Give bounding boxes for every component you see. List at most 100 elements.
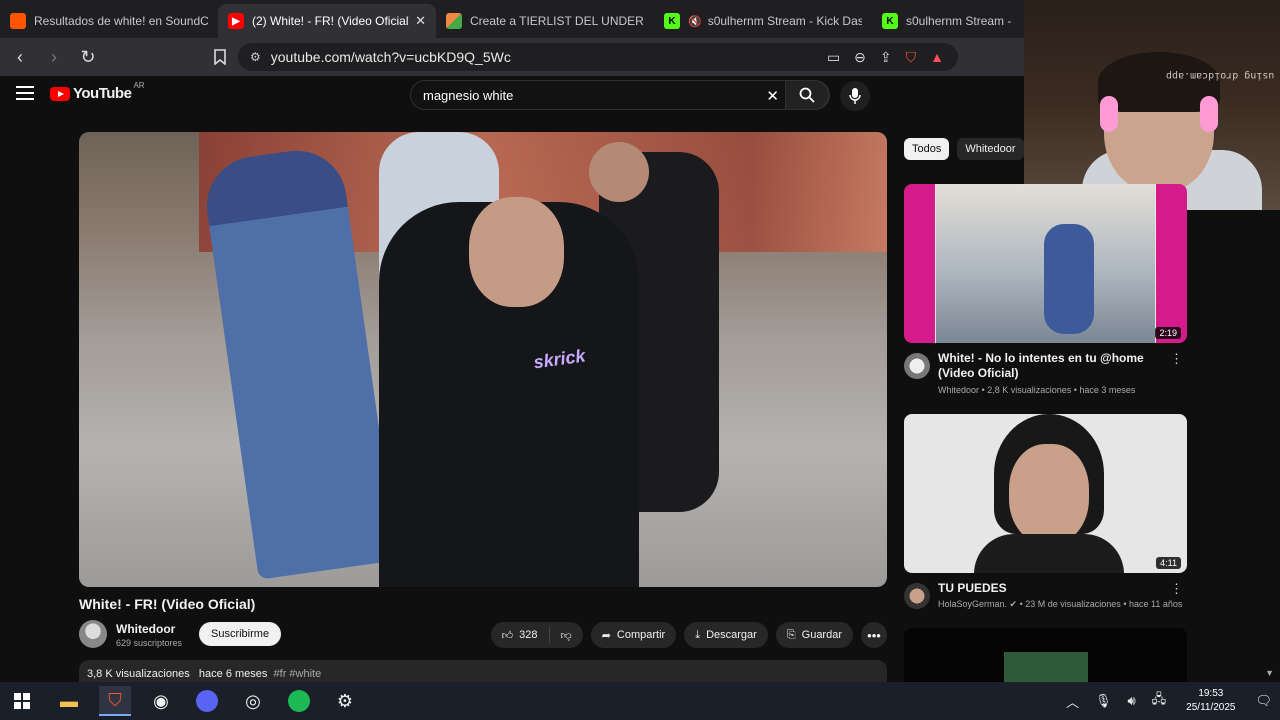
spotify-icon[interactable]	[283, 686, 315, 716]
youtube-header: YouTube AR magnesio white ✕	[0, 76, 1024, 116]
related-video-title[interactable]: TU PUEDES	[938, 581, 1168, 596]
brave-shield-icon[interactable]: ⛉	[906, 49, 917, 66]
back-icon[interactable]: ‹	[6, 43, 34, 71]
hashtags[interactable]: #fr #white	[274, 668, 322, 680]
youtube-logo[interactable]: YouTube AR	[50, 81, 145, 102]
notifications-icon[interactable]: 🗨︎	[1255, 693, 1272, 709]
subscribe-button[interactable]: Suscribirme	[199, 622, 282, 646]
share-arrow-icon: ➦	[601, 629, 611, 642]
related-video[interactable]: 4:11 TU PUEDES HolaSoyGerman. ✔ • 23 M d…	[904, 414, 1187, 631]
tab-title: (2) White! - FR! (Video Oficial)	[252, 14, 410, 28]
more-options-icon[interactable]: ⋮	[1170, 351, 1183, 367]
menu-icon[interactable]	[16, 86, 34, 100]
tab-title: s0ulhernm Stream - Kick Dash	[707, 14, 862, 28]
channel-name[interactable]: Whitedoor	[116, 622, 175, 636]
brave-browser-icon[interactable]: ⛉	[99, 686, 131, 716]
related-video-meta: Whitedoor • 2,8 K visualizaciones • hace…	[938, 385, 1136, 395]
scroll-down-icon[interactable]: ▼	[1265, 668, 1274, 678]
video-actions: 👍︎ 328 👎︎ ➦ Compartir ⤓ Descargar ⎘ Guar…	[490, 622, 887, 648]
download-button[interactable]: ⤓ Descargar	[684, 622, 768, 648]
tab-youtube[interactable]: ▶ (2) White! - FR! (Video Oficial) ✕	[218, 4, 436, 38]
thumbs-up-icon: 👍︎	[501, 629, 514, 642]
search-button[interactable]	[785, 80, 829, 110]
dislike-button[interactable]: 👎︎	[550, 622, 583, 648]
discord-icon[interactable]	[191, 686, 223, 716]
voice-search-button[interactable]	[840, 81, 870, 111]
browser-tab-strip: Resultados de white! en SoundClo ▶ (2) W…	[0, 0, 1024, 38]
network-icon[interactable]: 🖧	[1152, 690, 1167, 712]
related-video-meta: HolaSoyGerman. ✔ • 23 M de visualizacion…	[938, 599, 1183, 609]
video-thumbnail[interactable]: 2:19	[904, 184, 1187, 343]
obs-icon[interactable]: ◉	[145, 686, 177, 716]
related-video-title[interactable]: White! - No lo intentes en tu @home (Vid…	[938, 351, 1168, 381]
windows-start-icon[interactable]	[6, 686, 38, 716]
settings-icon[interactable]: ⚙	[329, 686, 361, 716]
reload-icon[interactable]: ↻	[74, 43, 102, 71]
clock[interactable]: 19:53 25/11/2025	[1186, 687, 1235, 715]
video-thumbnail[interactable]: 4:11	[904, 414, 1187, 573]
video-title: White! - FR! (Video Oficial)	[79, 596, 256, 612]
cast-icon[interactable]: ▭	[827, 49, 840, 66]
microphone-icon	[849, 88, 861, 104]
volume-icon[interactable]: 🔊︎	[1127, 693, 1135, 709]
search-input[interactable]: magnesio white ✕	[410, 80, 830, 110]
app-icon[interactable]: ◎	[237, 686, 269, 716]
kick-icon: K	[882, 13, 898, 29]
like-button[interactable]: 👍︎ 328	[491, 622, 549, 648]
save-button[interactable]: ⎘ Guardar	[775, 622, 853, 648]
forward-icon[interactable]: ›	[40, 43, 68, 71]
publish-date: hace 6 meses	[198, 668, 268, 680]
more-options-icon[interactable]: ⋮	[1170, 581, 1183, 597]
url-text: youtube.com/watch?v=ucbKD9Q_5Wc	[270, 49, 511, 65]
like-count: 328	[519, 629, 538, 641]
tiermaker-icon	[446, 13, 462, 29]
brave-rewards-icon[interactable]: ▲	[930, 49, 944, 65]
show-hidden-icons[interactable]: ︿	[1066, 692, 1079, 711]
video-duration: 4:11	[1156, 557, 1181, 569]
close-tab-icon[interactable]: ✕	[415, 13, 426, 29]
related-video[interactable]: 2:19 White! - No lo intentes en tu @home…	[904, 184, 1187, 401]
tab-kick-stream[interactable]: K s0ulhernm Stream - Wat	[872, 4, 1022, 38]
system-tray: ︿ 🎙︎ 🔊︎ 🖧 19:53 25/11/2025 🗨︎	[1058, 682, 1280, 720]
search-icon	[799, 87, 815, 103]
cat-headphone-icon	[1100, 96, 1118, 132]
video-owner-row: Whitedoor 629 suscriptores Suscribirme 👍…	[79, 620, 887, 650]
youtube-play-icon	[50, 86, 70, 101]
video-duration: 2:19	[1155, 327, 1181, 339]
zoom-icon[interactable]: ⊖	[854, 49, 866, 66]
webcam-overlay: using droidcam.app	[1024, 0, 1280, 210]
tab-tiermaker[interactable]: Create a TIERLIST DEL UNDER ARG	[436, 4, 654, 38]
microphone-tray-icon[interactable]: 🎙︎	[1095, 693, 1112, 709]
channel-avatar[interactable]	[904, 583, 930, 609]
more-actions-icon[interactable]: •••	[861, 622, 887, 648]
site-settings-icon[interactable]: ⚙	[250, 50, 261, 64]
search-value: magnesio white	[423, 87, 514, 103]
share-icon[interactable]: ⇪	[880, 49, 892, 66]
chip-whitedoor[interactable]: Whitedoor	[957, 138, 1024, 160]
share-button[interactable]: ➦ Compartir	[590, 622, 677, 648]
windows-taskbar: ▬ ⛉ ◉ ◎ ⚙ ︿ 🎙︎ 🔊︎ 🖧 19:53 25/11/2025 🗨︎	[0, 682, 1280, 720]
tab-soundcloud[interactable]: Resultados de white! en SoundClo	[0, 4, 218, 38]
thumbs-down-icon: 👎︎	[560, 629, 572, 642]
address-bar[interactable]: ⚙ youtube.com/watch?v=ucbKD9Q_5Wc ▭ ⊖ ⇪ …	[238, 43, 958, 71]
channel-avatar[interactable]	[904, 353, 930, 379]
bookmark-icon[interactable]	[206, 43, 234, 71]
channel-avatar[interactable]	[79, 620, 107, 648]
verified-icon: ✔	[1009, 599, 1018, 609]
video-person-head	[589, 142, 649, 202]
view-count: 3,8 K visualizaciones	[87, 668, 190, 680]
download-icon: ⤓	[695, 628, 701, 641]
save-playlist-icon: ⎘	[786, 628, 796, 641]
subscriber-count: 629 suscriptores	[116, 638, 183, 648]
video-thumbnail[interactable]	[904, 628, 1187, 688]
chip-todos[interactable]: Todos	[904, 138, 950, 160]
tab-kick-dashboard[interactable]: K 🔇 s0ulhernm Stream - Kick Dash	[654, 4, 872, 38]
filter-chips: Todos Whitedoor	[904, 138, 1024, 160]
video-player[interactable]: skrick	[79, 132, 887, 587]
tab-title: Create a TIERLIST DEL UNDER ARG	[470, 14, 644, 28]
cat-headphone-icon	[1200, 96, 1218, 132]
soundcloud-icon	[10, 13, 26, 29]
file-explorer-icon[interactable]: ▬	[53, 686, 85, 716]
webcam-watermark: using droidcam.app	[1165, 70, 1274, 81]
clear-search-icon[interactable]: ✕	[766, 87, 779, 105]
